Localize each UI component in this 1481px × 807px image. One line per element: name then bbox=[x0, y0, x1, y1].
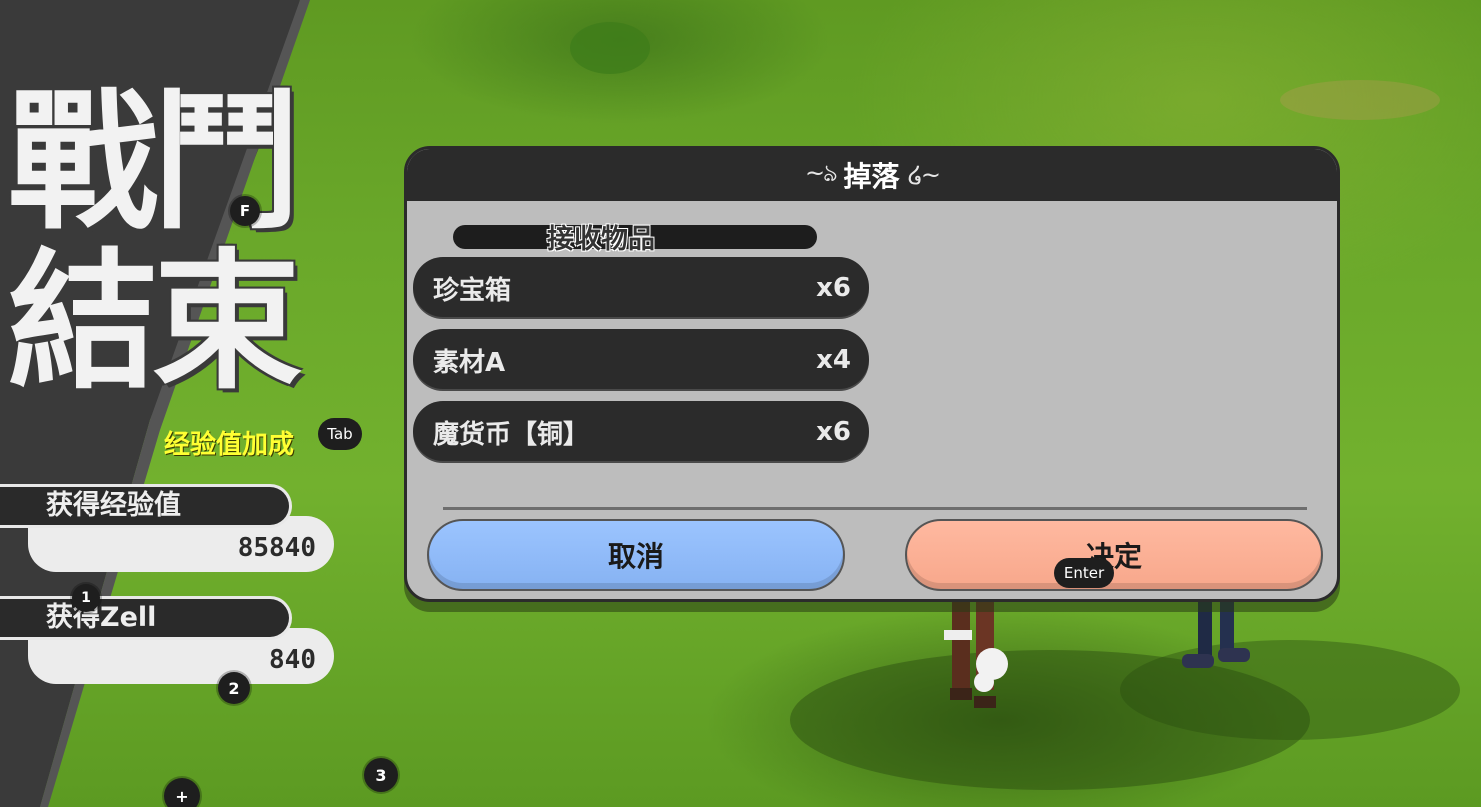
exp-label: 获得经验值 bbox=[0, 484, 292, 528]
hotkey-f-badge[interactable]: F bbox=[230, 196, 260, 226]
drop-item-name: 魔货币【铜】 bbox=[433, 419, 590, 450]
hotkey-plus-badge[interactable]: + bbox=[164, 778, 200, 807]
drop-dialog: ~ঌ 掉落 ໒~ 接收物品 珍宝箱 x6 素材A x4 魔货币【铜】 x6 取消… bbox=[404, 146, 1340, 602]
dialog-header: ~ঌ 掉落 ໒~ bbox=[407, 149, 1337, 201]
player-character-left bbox=[944, 600, 1008, 708]
exp-bonus-label: 经验值加成 bbox=[164, 430, 295, 460]
title-line-end: 結束 bbox=[8, 234, 302, 410]
battle-end-title: 戰鬥 結束 bbox=[8, 82, 338, 402]
hotkey-1-badge[interactable]: 1 bbox=[72, 584, 100, 612]
hotkey-tab-badge[interactable]: Tab bbox=[318, 418, 362, 450]
drop-item-row[interactable]: 魔货币【铜】 x6 bbox=[413, 401, 869, 463]
drop-item-row[interactable]: 珍宝箱 x6 bbox=[413, 257, 869, 319]
dialog-title: 掉落 bbox=[843, 160, 900, 193]
section-label: 接收物品 bbox=[547, 224, 655, 255]
left-flourish-icon: ~ঌ bbox=[804, 159, 838, 187]
confirm-button[interactable]: 决定 bbox=[905, 519, 1323, 591]
drop-item-qty: x6 bbox=[816, 417, 851, 447]
drop-item-qty: x4 bbox=[816, 345, 851, 375]
title-line-battle: 戰鬥 bbox=[8, 74, 302, 250]
drop-item-row[interactable]: 素材A x4 bbox=[413, 329, 869, 391]
cancel-button[interactable]: 取消 bbox=[427, 519, 845, 591]
hotkey-3-badge[interactable]: 3 bbox=[364, 758, 398, 792]
player-character-right bbox=[1182, 600, 1250, 668]
divider bbox=[443, 507, 1307, 510]
drop-item-name: 素材A bbox=[433, 347, 506, 378]
drop-item-qty: x6 bbox=[816, 273, 851, 303]
hotkey-enter-badge[interactable]: Enter bbox=[1054, 558, 1114, 588]
hotkey-2-badge[interactable]: 2 bbox=[218, 672, 250, 704]
drop-item-name: 珍宝箱 bbox=[433, 275, 512, 306]
right-flourish-icon: ໒~ bbox=[907, 161, 942, 189]
zell-label: 获得Zell bbox=[0, 596, 292, 640]
